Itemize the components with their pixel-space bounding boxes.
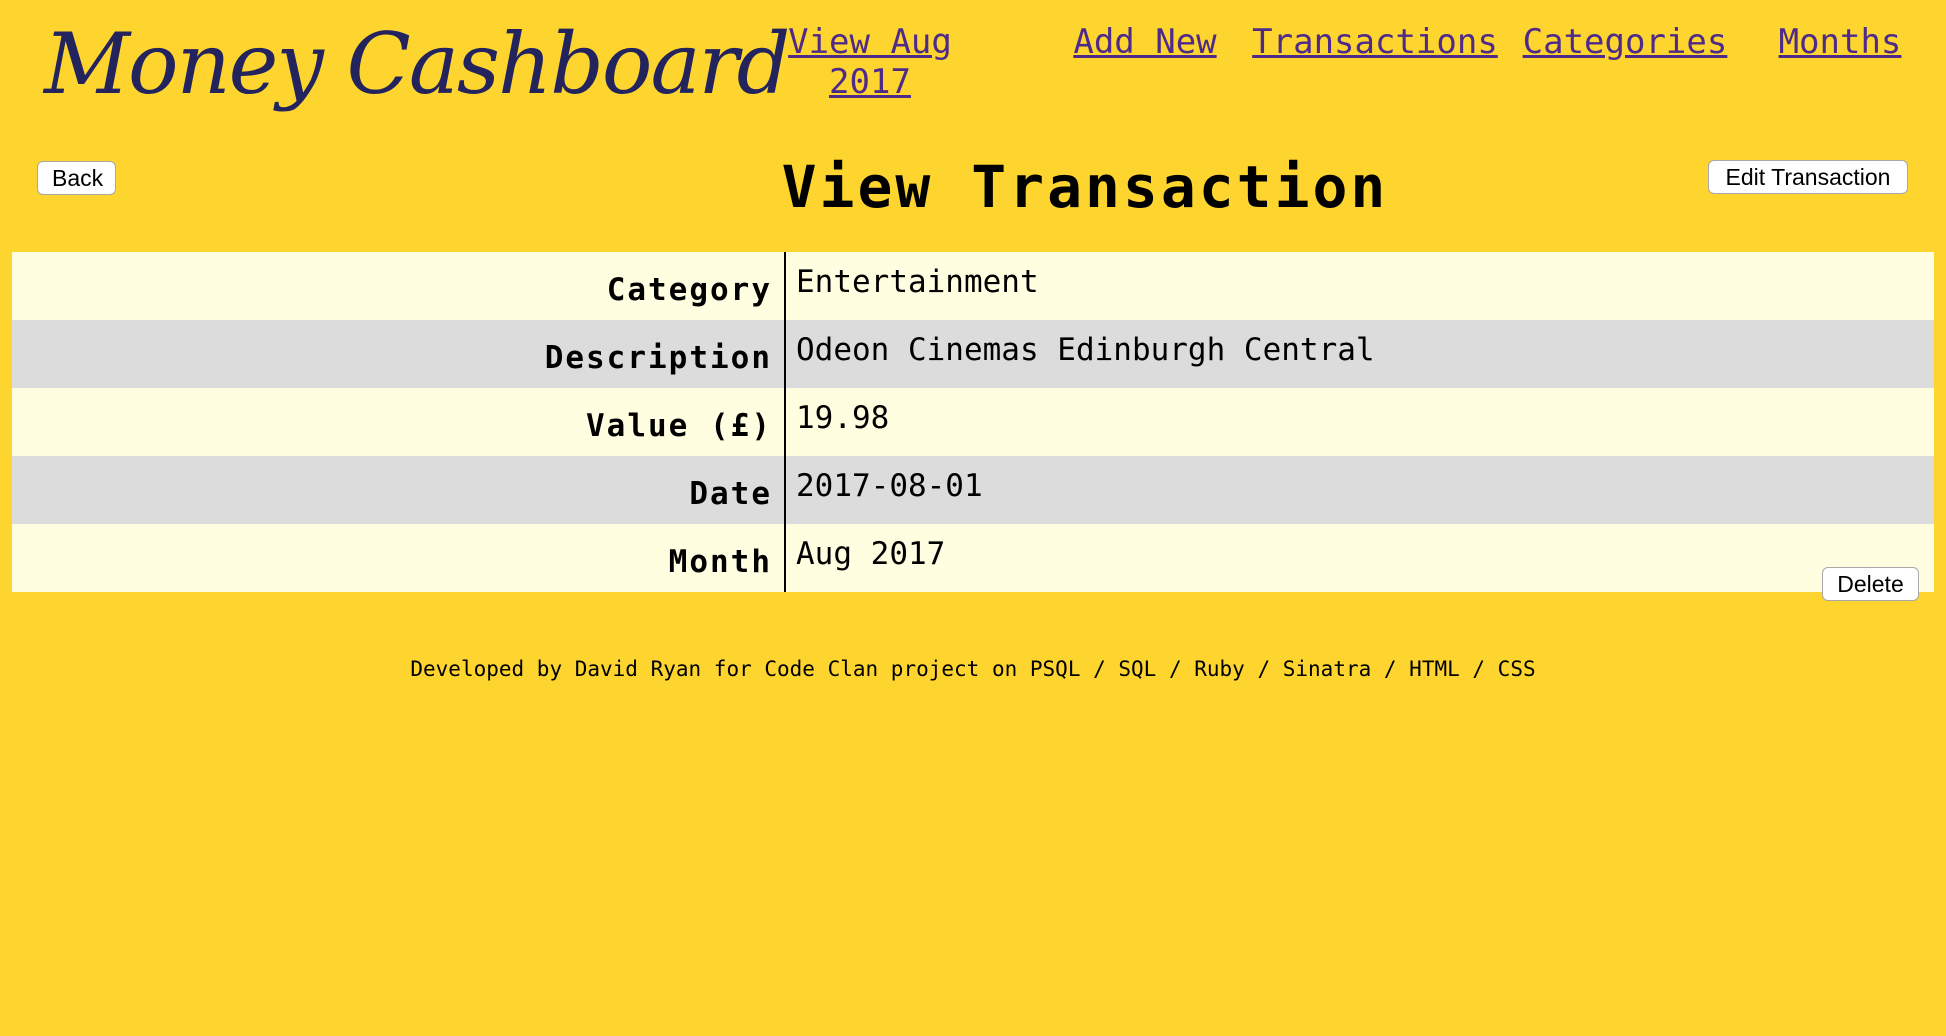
table-row: Month Aug 2017 [12, 524, 1934, 592]
value-label: Value (£) [12, 388, 786, 456]
footer-credits: Developed by David Ryan for Code Clan pr… [410, 657, 1536, 681]
table-row: Category Entertainment [12, 252, 1934, 320]
nav-link-months[interactable]: Months [1760, 22, 1920, 62]
table-row: Value (£) 19.98 [12, 388, 1934, 456]
transaction-details-table: Category Entertainment Description Odeon… [12, 252, 1934, 592]
table-row: Description Odeon Cinemas Edinburgh Cent… [12, 320, 1934, 388]
page-title: View Transaction [781, 153, 1389, 221]
edit-transaction-button[interactable]: Edit Transaction [1708, 160, 1908, 194]
app-logo: Money Cashboard [44, 15, 790, 113]
nav-link-transactions[interactable]: Transactions [1250, 22, 1500, 62]
description-value: Odeon Cinemas Edinburgh Central [785, 320, 1934, 388]
nav-link-categories[interactable]: Categories [1520, 22, 1730, 62]
date-label: Date [12, 456, 786, 524]
description-label: Description [12, 320, 786, 388]
nav-link-add-new[interactable]: Add New [1045, 22, 1245, 62]
category-value: Entertainment [785, 252, 1934, 320]
value-value: 19.98 [785, 388, 1934, 456]
month-value: Aug 2017 [785, 524, 1934, 592]
category-label: Category [12, 252, 786, 320]
table-row: Date 2017-08-01 [12, 456, 1934, 524]
delete-button[interactable]: Delete [1822, 567, 1919, 601]
nav-link-view-month[interactable]: View Aug 2017 [780, 22, 960, 102]
month-label: Month [12, 524, 786, 592]
date-value: 2017-08-01 [785, 456, 1934, 524]
